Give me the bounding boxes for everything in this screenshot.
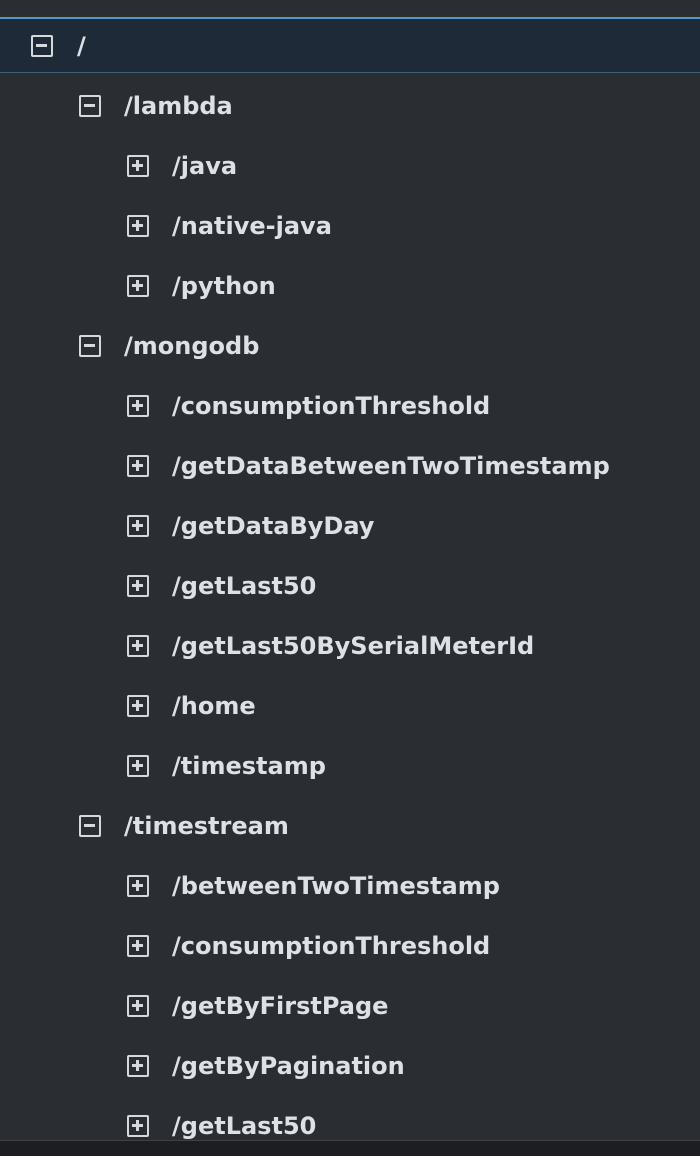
tree-node-label[interactable]: /betweenTwoTimestamp: [172, 872, 500, 900]
tree-node[interactable]: /getLast50BySerialMeterId: [0, 619, 700, 675]
tree-node-label[interactable]: /getByFirstPage: [172, 992, 388, 1020]
tree-node[interactable]: /consumptionThreshold: [0, 919, 700, 975]
tree-node-label[interactable]: /getDataByDay: [172, 512, 374, 540]
tree-node[interactable]: /getDataByDay: [0, 499, 700, 555]
tree-node[interactable]: /getByFirstPage: [0, 979, 700, 1035]
tree-node-label[interactable]: /lambda: [124, 92, 233, 120]
resource-tree: / /lambda/java/native-java/python/mongodb…: [0, 0, 700, 1140]
expand-plus-icon[interactable]: [127, 215, 149, 237]
expand-plus-icon[interactable]: [127, 635, 149, 657]
expand-plus-icon[interactable]: [127, 575, 149, 597]
tree-node[interactable]: /home: [0, 679, 700, 735]
tree-node[interactable]: /java: [0, 139, 700, 195]
expand-plus-icon[interactable]: [127, 695, 149, 717]
tree-node[interactable]: /timestream: [0, 799, 700, 855]
tree-node-label[interactable]: /getLast50: [172, 1112, 316, 1140]
expand-plus-icon[interactable]: [127, 515, 149, 537]
tree-node[interactable]: /python: [0, 259, 700, 315]
tree-node-label[interactable]: /java: [172, 152, 237, 180]
expand-plus-icon[interactable]: [127, 455, 149, 477]
tree-node-label[interactable]: /getByPagination: [172, 1052, 405, 1080]
tree-node-label[interactable]: /consumptionThreshold: [172, 932, 490, 960]
expand-plus-icon[interactable]: [127, 1115, 149, 1137]
expand-plus-icon[interactable]: [127, 275, 149, 297]
tree-node-label[interactable]: /timestamp: [172, 752, 326, 780]
tree-node-label[interactable]: /: [77, 32, 86, 60]
tree-node[interactable]: /: [0, 17, 700, 73]
tree-node[interactable]: /getByPagination: [0, 1039, 700, 1095]
horizontal-scrollbar[interactable]: [0, 1140, 700, 1156]
tree-node-label[interactable]: /getLast50: [172, 572, 316, 600]
expand-plus-icon[interactable]: [127, 935, 149, 957]
collapse-minus-icon[interactable]: [79, 95, 101, 117]
expand-plus-icon[interactable]: [127, 875, 149, 897]
resource-tree-panel: / /lambda/java/native-java/python/mongodb…: [0, 0, 700, 1156]
tree-node[interactable]: /betweenTwoTimestamp: [0, 859, 700, 915]
tree-node[interactable]: /getDataBetweenTwoTimestamp: [0, 439, 700, 495]
tree-node-label[interactable]: /mongodb: [124, 332, 259, 360]
tree-node[interactable]: /getLast50: [0, 1099, 700, 1140]
tree-node[interactable]: /lambda: [0, 79, 700, 135]
tree-node[interactable]: /native-java: [0, 199, 700, 255]
expand-plus-icon[interactable]: [127, 1055, 149, 1077]
expand-plus-icon[interactable]: [127, 995, 149, 1017]
collapse-minus-icon[interactable]: [79, 815, 101, 837]
tree-node[interactable]: /consumptionThreshold: [0, 379, 700, 435]
tree-node[interactable]: /timestamp: [0, 739, 700, 795]
tree-node-label[interactable]: /home: [172, 692, 256, 720]
tree-node[interactable]: /getLast50: [0, 559, 700, 615]
tree-node[interactable]: /mongodb: [0, 319, 700, 375]
expand-plus-icon[interactable]: [127, 755, 149, 777]
tree-node-label[interactable]: /getDataBetweenTwoTimestamp: [172, 452, 610, 480]
tree-node-label[interactable]: /consumptionThreshold: [172, 392, 490, 420]
tree-node-label[interactable]: /getLast50BySerialMeterId: [172, 632, 534, 660]
expand-plus-icon[interactable]: [127, 155, 149, 177]
expand-plus-icon[interactable]: [127, 395, 149, 417]
tree-node-label[interactable]: /python: [172, 272, 276, 300]
tree-node-label[interactable]: /timestream: [124, 812, 289, 840]
tree-node-label[interactable]: /native-java: [172, 212, 332, 240]
collapse-minus-icon[interactable]: [79, 335, 101, 357]
collapse-minus-icon[interactable]: [31, 35, 53, 57]
